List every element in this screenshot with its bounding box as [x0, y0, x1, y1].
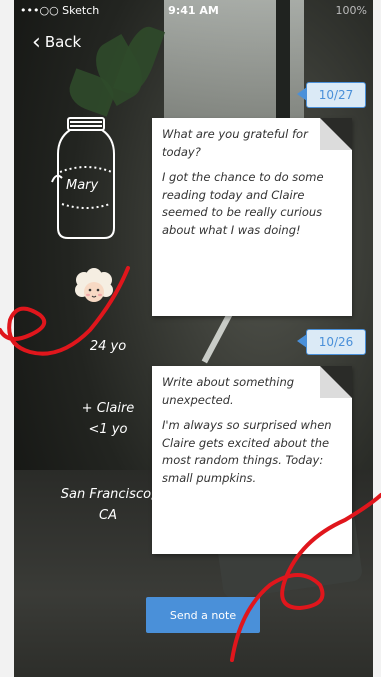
page-fold — [320, 118, 352, 150]
profile-name: Mary — [66, 178, 99, 193]
back-label: Back — [44, 33, 82, 51]
companion-name: + Claire — [81, 401, 135, 416]
app-screen: •••○○ Sketch 9:41 AM 100% ‹ Back Mary 24… — [14, 0, 373, 677]
entry-answer: I'm always so surprised when Claire gets… — [162, 418, 332, 485]
journal-entry-card[interactable]: What are you grateful for today? I got t… — [152, 118, 352, 316]
battery-label: 100% — [335, 4, 367, 17]
page-fold — [320, 366, 352, 398]
status-bar: •••○○ Sketch 9:41 AM 100% — [14, 0, 373, 20]
back-button[interactable]: ‹ Back — [32, 29, 82, 55]
entry-date-badge: 10/26 — [297, 329, 366, 355]
clock: 9:41 AM — [168, 4, 219, 17]
profile-state: CA — [99, 508, 117, 523]
entry-prompt: Write about something unexpected. — [162, 375, 295, 407]
sheep-icon — [75, 268, 113, 302]
mason-jar-icon — [51, 117, 115, 239]
entry-prompt: What are you grateful for today? — [162, 127, 308, 159]
entry-answer: I got the chance to do some reading toda… — [162, 170, 324, 237]
companion-age: <1 yo — [88, 422, 128, 437]
profile-city: San Francisco, — [60, 487, 156, 502]
send-note-button[interactable]: Send a note — [146, 597, 260, 633]
entry-date-badge: 10/27 — [297, 82, 366, 108]
profile-age: 24 yo — [89, 339, 127, 354]
chevron-left-icon: ‹ — [32, 29, 41, 55]
journal-entry-card[interactable]: Write about something unexpected. I'm al… — [152, 366, 352, 554]
